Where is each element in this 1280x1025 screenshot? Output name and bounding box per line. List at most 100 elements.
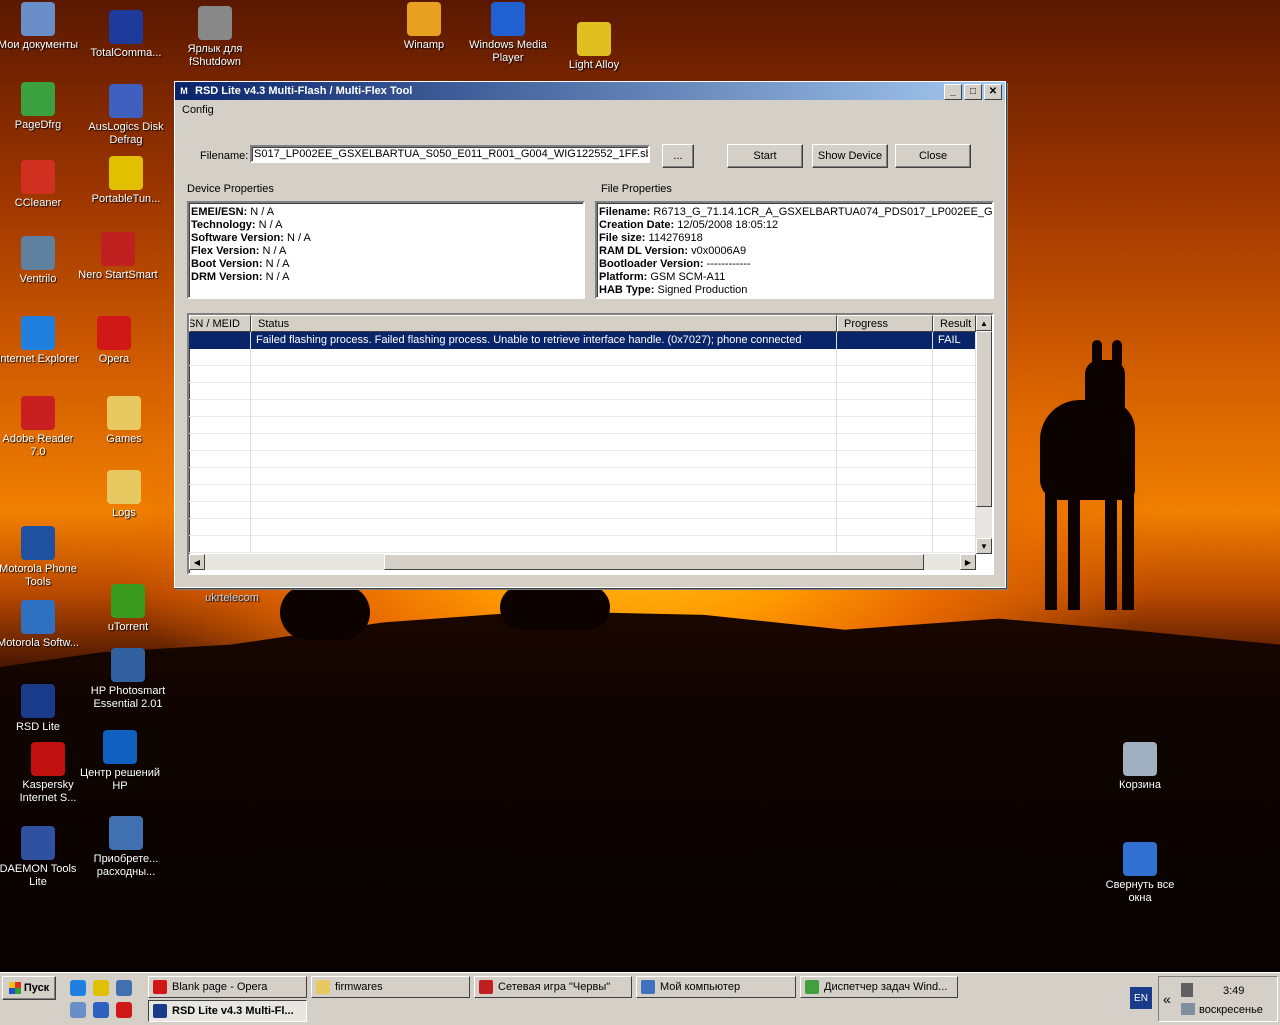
quicklaunch-messenger-icon[interactable] (70, 1002, 86, 1018)
window-titlebar[interactable]: M RSD Lite v4.3 Multi-Flash / Multi-Flex… (175, 82, 1005, 100)
tray-network-icon[interactable] (1181, 1003, 1195, 1015)
desktop-icon[interactable]: Свернуть все окна (1098, 842, 1182, 905)
table-cell (933, 468, 976, 485)
grid-header-result[interactable]: Result (933, 315, 976, 332)
desktop-icon-label: Корзина (1119, 779, 1161, 791)
scroll-left-arrow-icon[interactable]: ◀ (189, 554, 205, 570)
desktop-icon[interactable]: Motorola Phone Tools (0, 526, 80, 589)
vertical-scroll-thumb[interactable] (976, 331, 992, 507)
table-cell (837, 366, 933, 383)
desktop-icon[interactable]: TotalComma... (84, 10, 168, 60)
desktop-icon[interactable]: Центр решений HP (78, 730, 162, 793)
table-row[interactable] (189, 366, 976, 383)
table-row[interactable] (189, 400, 976, 417)
desktop-icon[interactable]: AusLogics Disk Defrag (84, 84, 168, 147)
maximize-button[interactable]: □ (964, 84, 982, 100)
tray-device-icon[interactable] (1181, 983, 1193, 997)
device-property-key: EMEI/ESN: (191, 206, 248, 218)
table-row[interactable] (189, 349, 976, 366)
quicklaunch-tuneup-icon[interactable] (93, 980, 109, 996)
table-row[interactable] (189, 383, 976, 400)
desktop-icon[interactable]: Light Alloy (552, 22, 636, 72)
desktop-icon[interactable]: Windows Media Player (466, 2, 550, 65)
desktop-icon[interactable]: uTorrent (86, 584, 170, 634)
filename-input[interactable]: S017_LP002EE_GSXELBARTUA_S050_E011_R001_… (250, 145, 650, 163)
desktop-icon-image (109, 84, 143, 118)
desktop-icon[interactable]: Opera (72, 316, 156, 366)
table-row[interactable]: Failed flashing process. Failed flashing… (189, 332, 976, 349)
desktop-icon[interactable]: PortableTun... (84, 156, 168, 206)
table-cell (189, 468, 251, 485)
taskbar-task-button[interactable]: Blank page - Opera (148, 976, 307, 998)
desktop-icon[interactable]: CCleaner (0, 160, 80, 210)
desktop-icon[interactable]: Ярлык для fShutdown (173, 6, 257, 69)
taskbar: Пуск Blank page - Opera firmwares Сетевая … (0, 972, 1280, 1025)
start-button-taskbar[interactable]: Пуск (2, 976, 56, 1000)
desktop-icon-image (21, 82, 55, 116)
file-property-key: File size: (599, 232, 646, 244)
device-property-key: Technology: (191, 219, 256, 231)
scroll-down-arrow-icon[interactable]: ▼ (976, 538, 992, 554)
table-row[interactable] (189, 451, 976, 468)
quicklaunch-desktop-icon[interactable] (116, 980, 132, 996)
taskbar-task-button[interactable]: firmwares (311, 976, 470, 998)
language-indicator[interactable]: EN (1130, 987, 1152, 1009)
table-row[interactable] (189, 519, 976, 536)
table-row[interactable] (189, 485, 976, 502)
table-cell (251, 536, 837, 553)
close-window-button[interactable]: ✕ (984, 84, 1002, 100)
desktop-icon-image (21, 826, 55, 860)
table-row[interactable] (189, 502, 976, 519)
desktop-icon[interactable]: Winamp (382, 2, 466, 52)
menubar: Config (175, 100, 1005, 120)
desktop-icon[interactable]: Ventrilo (0, 236, 80, 286)
scroll-up-arrow-icon[interactable]: ▲ (976, 315, 992, 331)
device-property: Software Version: N / A (191, 232, 581, 245)
grid-header-status[interactable]: Status (251, 315, 837, 332)
desktop-icon[interactable]: Games (82, 396, 166, 446)
desktop-icon-label: Windows Media Player (469, 39, 547, 64)
quicklaunch-lightalloy-icon[interactable] (93, 1002, 109, 1018)
horizontal-scroll-thumb[interactable] (384, 554, 924, 570)
minimize-button[interactable]: _ (944, 84, 962, 100)
table-row[interactable] (189, 434, 976, 451)
quicklaunch-opera-icon[interactable] (116, 1002, 132, 1018)
start-button[interactable]: Start (727, 144, 803, 168)
desktop-icon[interactable]: Logs (82, 470, 166, 520)
desktop-icon[interactable]: Корзина (1098, 742, 1182, 792)
vertical-scrollbar[interactable]: ▲ ▼ (976, 315, 992, 554)
tray-expand-chevron-icon[interactable]: « (1163, 991, 1171, 1007)
desktop-icon[interactable]: Приобрете... расходны... (84, 816, 168, 879)
taskbar-task-button[interactable]: Диспетчер задач Wind... (800, 976, 958, 998)
desktop-icon[interactable]: Nero StartSmart (76, 232, 160, 282)
desktop-icon[interactable]: Internet Explorer (0, 316, 80, 366)
horizontal-scrollbar[interactable]: ◀ ▶ (189, 554, 976, 570)
close-button[interactable]: Close (895, 144, 971, 168)
desktop-icon-image (109, 10, 143, 44)
table-row[interactable] (189, 417, 976, 434)
desktop-icon[interactable]: HP Photosmart Essential 2.01 (86, 648, 170, 711)
scroll-right-arrow-icon[interactable]: ▶ (960, 554, 976, 570)
taskbar-task-button[interactable]: Сетевая игра "Червы" (474, 976, 632, 998)
desktop-icon[interactable]: Motorola Softw... (0, 600, 80, 650)
taskbar-task-button[interactable]: Мой компьютер (636, 976, 796, 998)
grid-header-sn[interactable]: SN / MEID (189, 315, 251, 332)
desktop-icon[interactable]: Adobe Reader 7.0 (0, 396, 80, 459)
table-row[interactable] (189, 468, 976, 485)
table-cell (189, 536, 251, 553)
grid-header-progress[interactable]: Progress (837, 315, 933, 332)
menu-config[interactable]: Config (182, 104, 214, 116)
table-row[interactable] (189, 536, 976, 553)
desktop-icon[interactable]: DAEMON Tools Lite (0, 826, 80, 889)
desktop-icon[interactable]: PageDfrg (0, 82, 80, 132)
desktop-icon[interactable]: Мои документы (0, 2, 80, 52)
clock-time[interactable]: 3:49 (1223, 985, 1244, 997)
quicklaunch-ie-icon[interactable] (70, 980, 86, 996)
taskbar-task-button-active[interactable]: RSD Lite v4.3 Multi-Fl... (148, 1000, 307, 1022)
table-cell (933, 502, 976, 519)
file-property: Filename: R6713_G_71.14.1CR_A_GSXELBARTU… (599, 206, 992, 219)
show-device-button[interactable]: Show Device (812, 144, 888, 168)
desktop-icon[interactable]: RSD Lite (0, 684, 80, 734)
browse-button[interactable]: ... (662, 144, 694, 168)
flash-status-grid[interactable]: SN / MEID Status Progress Result Failed fla… (187, 313, 994, 575)
